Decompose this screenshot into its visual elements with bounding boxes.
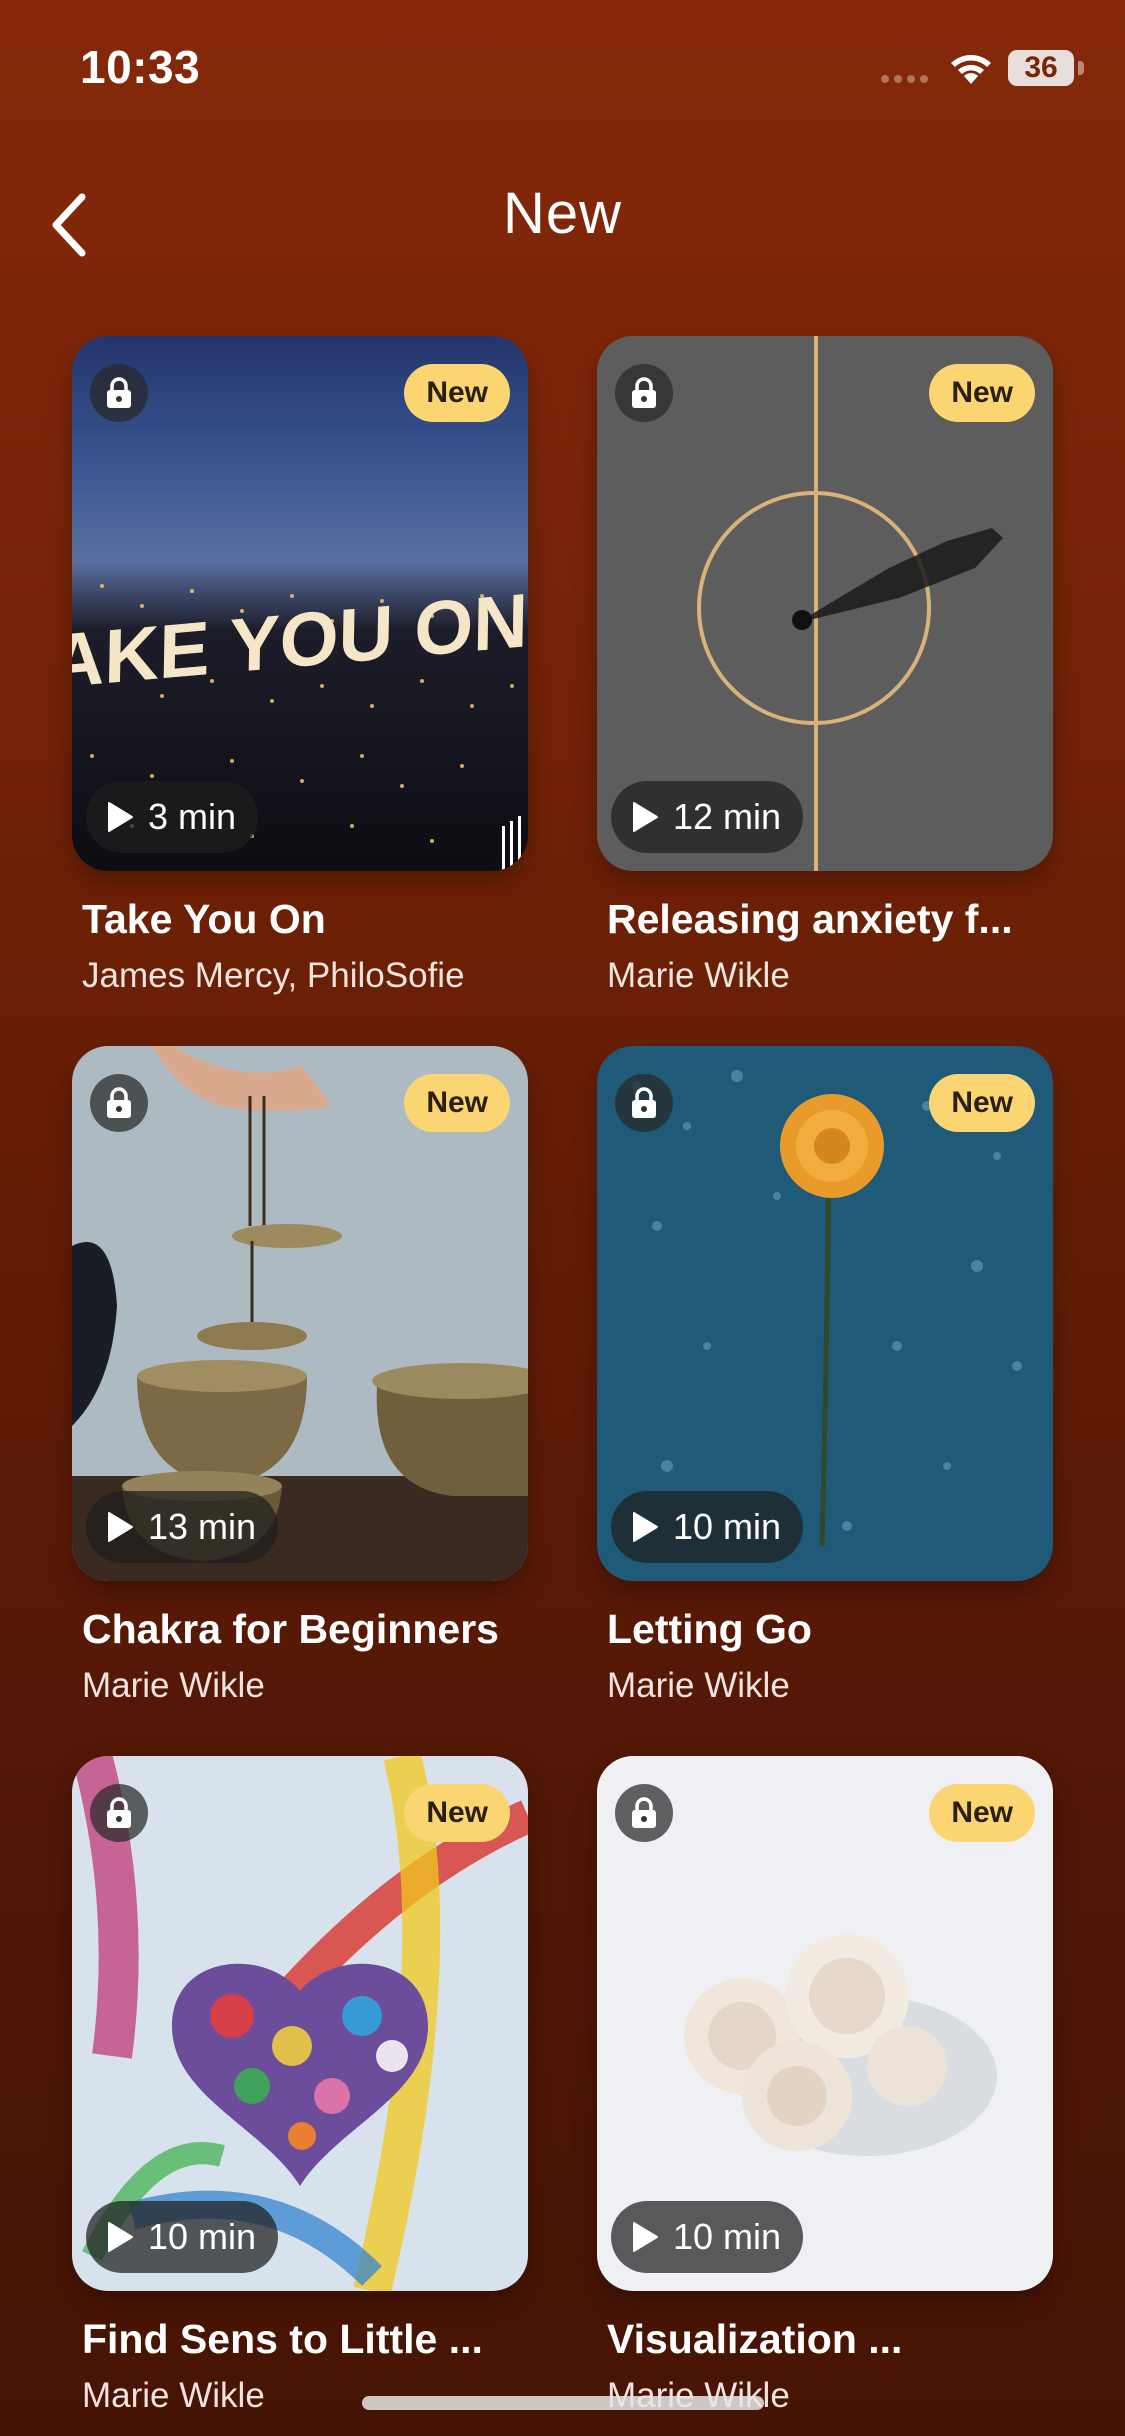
- card-thumbnail[interactable]: TAKE YOU ON New 3 min: [72, 336, 528, 871]
- duration-pill: 10 min: [86, 2201, 279, 2273]
- card-thumbnail[interactable]: New 10 min: [597, 1756, 1053, 2291]
- card-thumbnail[interactable]: New 13 min: [72, 1046, 528, 1581]
- play-icon: [633, 1512, 658, 1542]
- new-badge: New: [929, 1074, 1035, 1132]
- duration-text: 10 min: [148, 2216, 257, 2257]
- home-indicator[interactable]: [362, 2396, 764, 2410]
- duration-text: 12 min: [673, 796, 782, 837]
- duration-pill: 13 min: [86, 1491, 279, 1563]
- card-thumbnail[interactable]: New 10 min: [72, 1756, 528, 2291]
- play-icon: [108, 802, 133, 832]
- lock-icon: [632, 1797, 656, 1828]
- status-time: 10:33: [80, 41, 201, 93]
- card-title: Find Sens to Little ...: [82, 2316, 483, 2362]
- lock-badge: [615, 1784, 673, 1842]
- card-chakra-for-beginners[interactable]: New 13 min Chakra for Beginners Marie Wi…: [72, 1046, 528, 1705]
- lock-icon: [107, 1087, 131, 1118]
- play-icon: [108, 1512, 133, 1542]
- duration-pill: 12 min: [611, 781, 804, 853]
- lock-badge: [90, 1074, 148, 1132]
- duration-text: 10 min: [673, 1506, 782, 1547]
- signal-icon: [881, 75, 928, 83]
- card-title: Releasing anxiety f...: [607, 896, 1013, 942]
- card-subtitle: James Mercy, PhiloSofie: [82, 956, 465, 995]
- card-subtitle: Marie Wikle: [607, 956, 790, 995]
- play-icon: [633, 2222, 658, 2252]
- battery-level: 36: [1008, 50, 1074, 86]
- new-badge: New: [404, 1074, 510, 1132]
- duration-pill: 10 min: [611, 2201, 804, 2273]
- card-thumbnail[interactable]: New 12 min: [597, 336, 1053, 871]
- card-thumbnail[interactable]: New 10 min: [597, 1046, 1053, 1581]
- lock-icon: [107, 1797, 131, 1828]
- lock-badge: [615, 364, 673, 422]
- card-subtitle: Marie Wikle: [607, 1666, 790, 1705]
- lock-icon: [107, 377, 131, 408]
- lock-icon: [632, 1087, 656, 1118]
- new-badge: New: [404, 364, 510, 422]
- status-bar: 10:33 36: [0, 0, 1125, 140]
- card-title: Chakra for Beginners: [82, 1606, 499, 1652]
- card-subtitle: Marie Wikle: [82, 1666, 265, 1705]
- new-badge: New: [404, 1784, 510, 1842]
- duration-text: 10 min: [673, 2216, 782, 2257]
- duration-text: 13 min: [148, 1506, 257, 1547]
- card-find-sens[interactable]: New 10 min Find Sens to Little ... Marie…: [72, 1756, 528, 2415]
- lock-icon: [632, 377, 656, 408]
- card-releasing-anxiety[interactable]: New 12 min Releasing anxiety f... Marie …: [597, 336, 1053, 995]
- lock-badge: [90, 364, 148, 422]
- card-letting-go[interactable]: New 10 min Letting Go Marie Wikle: [597, 1046, 1053, 1705]
- lock-badge: [615, 1074, 673, 1132]
- new-badge: New: [929, 364, 1035, 422]
- play-icon: [108, 2222, 133, 2252]
- card-title: Letting Go: [607, 1606, 812, 1652]
- play-icon: [633, 802, 658, 832]
- duration-pill: 10 min: [611, 1491, 804, 1563]
- card-take-you-on[interactable]: TAKE YOU ON New 3 min Take You On James …: [72, 336, 528, 995]
- duration-text: 3 min: [148, 796, 237, 837]
- new-badge: New: [929, 1784, 1035, 1842]
- card-visualization[interactable]: New 10 min Visualization ... Marie Wikle: [597, 1756, 1053, 2415]
- page-title: New: [502, 181, 623, 246]
- lock-badge: [90, 1784, 148, 1842]
- card-title: Visualization ...: [607, 2316, 903, 2362]
- wifi-icon: [951, 55, 991, 84]
- card-title: Take You On: [82, 896, 326, 942]
- duration-pill: 3 min: [86, 781, 259, 853]
